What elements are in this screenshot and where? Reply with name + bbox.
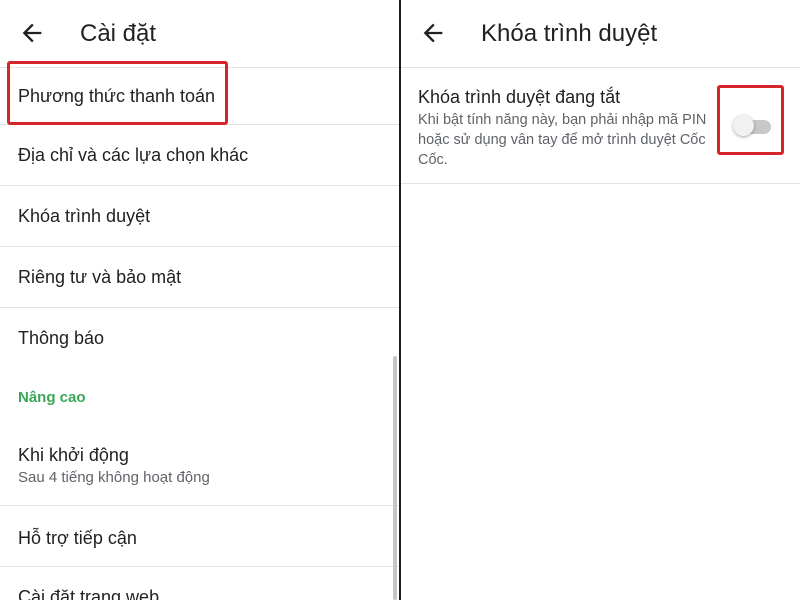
settings-item-on-startup[interactable]: Khi khởi động Sau 4 tiếng không hoạt độn… [0,425,399,506]
browser-lock-panel: Khóa trình duyệt Khóa trình duyệt đang t… [401,0,800,600]
settings-item-privacy-security[interactable]: Riêng tư và bảo mật [0,247,399,308]
page-title: Khóa trình duyệt [481,20,658,47]
arrow-left-icon [22,23,42,43]
settings-item-label: Khi khởi động [18,445,129,465]
arrow-left-icon [423,23,443,43]
settings-item-notifications[interactable]: Thông báo [0,308,399,369]
settings-item-label: Hỗ trợ tiếp cận [18,528,137,548]
setting-description: Khi bật tính năng này, bạn phải nhập mã … [418,112,707,168]
settings-item-label: Thông báo [18,328,105,348]
back-button[interactable] [419,19,447,47]
settings-item-accessibility[interactable]: Hỗ trợ tiếp cận [0,506,399,567]
settings-panel: Cài đặt Phương thức thanh toán Địa chỉ v… [0,0,399,600]
settings-header: Cài đặt [0,0,399,68]
browser-lock-header: Khóa trình duyệt [401,0,800,68]
highlight-box [7,61,228,125]
setting-title: Khóa trình duyệt đang tắt [418,87,621,107]
settings-item-addresses[interactable]: Địa chỉ và các lựa chọn khác [0,125,399,186]
settings-item-site-settings[interactable]: Cài đặt trang web [0,567,399,600]
settings-item-label: Riêng tư và bảo mật [18,267,182,287]
scrollbar[interactable] [393,356,397,600]
settings-item-label: Địa chỉ và các lựa chọn khác [18,145,249,165]
section-header-advanced: Nâng cao [18,389,86,406]
highlight-box [717,85,784,155]
settings-item-sublabel: Sau 4 tiếng không hoạt động [18,469,210,486]
settings-item-browser-lock[interactable]: Khóa trình duyệt [0,186,399,247]
page-title: Cài đặt [80,20,157,47]
back-button[interactable] [18,19,46,47]
settings-item-label: Khóa trình duyệt [18,206,151,226]
settings-item-label: Cài đặt trang web [18,587,160,600]
